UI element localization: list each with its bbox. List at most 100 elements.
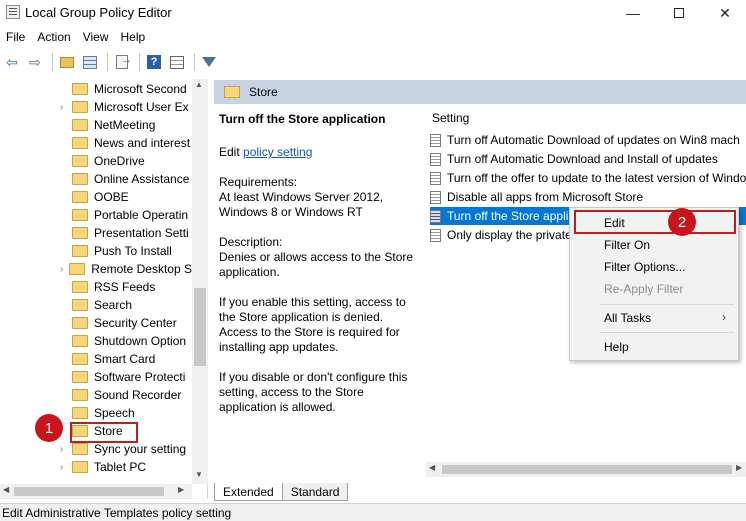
- tree-item[interactable]: News and interest: [0, 134, 192, 152]
- tree-item[interactable]: › Tablet PC: [0, 458, 192, 476]
- maximize-button[interactable]: [656, 0, 702, 26]
- tree-hscroll-thumb[interactable]: [14, 487, 164, 496]
- folder-icon: [72, 245, 88, 257]
- tree-item[interactable]: Push To Install: [0, 242, 192, 260]
- folder-icon: [72, 119, 88, 131]
- expand-chevron-icon[interactable]: ›: [60, 462, 72, 473]
- edit-prefix: Edit: [219, 145, 244, 159]
- group-policy-app-icon: [6, 5, 20, 19]
- tree-item-label: Portable Operatin: [94, 208, 189, 222]
- folder-icon: [72, 83, 88, 95]
- folder-icon: [72, 191, 88, 203]
- folder-icon: [72, 155, 88, 167]
- folder-icon: [72, 371, 88, 383]
- toolbar-separator: [107, 53, 108, 71]
- disable-text: If you disable or don't configure this s…: [219, 370, 408, 414]
- properties-icon[interactable]: [167, 52, 187, 72]
- menu-view[interactable]: View: [77, 27, 115, 47]
- tree-item[interactable]: Microsoft Second: [0, 80, 192, 98]
- callout-badge-2: 2: [668, 208, 696, 236]
- requirements-text: Requirements: At least Windows Server 20…: [219, 175, 384, 219]
- policy-setting-link[interactable]: policy setting: [243, 145, 312, 159]
- tree-item[interactable]: Sound Recorder: [0, 386, 192, 404]
- setting-row-label: Disable all apps from Microsoft Store: [447, 190, 644, 204]
- close-button[interactable]: ✕: [702, 0, 746, 26]
- policy-title: Turn off the Store application: [219, 112, 386, 126]
- tree-item-label: News and interest: [94, 136, 191, 150]
- tab-standard[interactable]: Standard: [281, 483, 349, 501]
- tree-item[interactable]: Presentation Setti: [0, 224, 192, 242]
- tree-scroll-thumb[interactable]: [194, 288, 206, 366]
- tree-item[interactable]: Software Protecti: [0, 368, 192, 386]
- scroll-right-icon[interactable]: ▶: [178, 485, 184, 494]
- description-pane: Turn off the Store application Edit poli…: [214, 104, 424, 482]
- folder-icon: [72, 137, 88, 149]
- minimize-button[interactable]: —: [610, 0, 656, 26]
- tree-item[interactable]: OneDrive: [0, 152, 192, 170]
- window-title: Local Group Policy Editor: [25, 5, 172, 20]
- tree-item-label: Sound Recorder: [94, 388, 182, 402]
- tree-item-label: Security Center: [94, 316, 177, 330]
- tree-item[interactable]: Online Assistance: [0, 170, 192, 188]
- forward-icon[interactable]: ⇨: [25, 52, 45, 72]
- tree-item[interactable]: Portable Operatin: [0, 206, 192, 224]
- maximize-icon: [674, 8, 684, 18]
- export-list-icon[interactable]: [112, 52, 132, 72]
- show-hide-tree-icon[interactable]: [80, 52, 100, 72]
- menu-item-filter-options[interactable]: Filter Options...: [604, 260, 685, 274]
- folder-icon: [72, 299, 88, 311]
- setting-row[interactable]: Turn off the offer to update to the late…: [430, 169, 746, 187]
- menu-help[interactable]: Help: [115, 27, 152, 47]
- expand-chevron-icon[interactable]: ›: [60, 444, 72, 455]
- tab-extended[interactable]: Extended: [214, 483, 283, 501]
- menu-separator: [600, 332, 734, 333]
- menu-bar: File Action View Help: [0, 27, 151, 47]
- setting-row[interactable]: Turn off Automatic Download of updates o…: [430, 131, 746, 149]
- menu-separator: [600, 304, 734, 305]
- tree-item-label: Presentation Setti: [94, 226, 189, 240]
- scroll-left-icon[interactable]: ◀: [429, 463, 435, 472]
- toolbar-separator: [52, 53, 53, 71]
- details-header: Store: [214, 80, 746, 104]
- tree-item[interactable]: RSS Feeds: [0, 278, 192, 296]
- folder-icon: [72, 173, 88, 185]
- folder-icon: [72, 209, 88, 221]
- menu-item-reapply-filter[interactable]: Re-Apply Filter: [604, 282, 683, 296]
- scroll-right-icon[interactable]: ▶: [736, 463, 742, 472]
- expand-chevron-icon[interactable]: ›: [60, 264, 69, 275]
- menu-action[interactable]: Action: [31, 27, 76, 47]
- scroll-down-icon[interactable]: ▼: [195, 470, 203, 479]
- list-hscroll-thumb[interactable]: [442, 465, 732, 474]
- tree-item[interactable]: Smart Card: [0, 350, 192, 368]
- tree-item-label: OOBE: [94, 190, 129, 204]
- tree-item[interactable]: Search: [0, 296, 192, 314]
- setting-column-header[interactable]: Setting: [432, 111, 469, 125]
- up-folder-icon[interactable]: [57, 52, 77, 72]
- filter-icon[interactable]: [199, 52, 219, 72]
- setting-row-label: Turn off the offer to update to the late…: [447, 171, 746, 185]
- tree-item[interactable]: › Remote Desktop S: [0, 260, 192, 278]
- folder-icon: [72, 101, 88, 113]
- help-icon[interactable]: ?: [144, 52, 164, 72]
- tree-item[interactable]: NetMeeting: [0, 116, 192, 134]
- setting-row[interactable]: Disable all apps from Microsoft Store: [430, 188, 746, 206]
- setting-row[interactable]: Turn off Automatic Download and Install …: [430, 150, 746, 168]
- scroll-up-icon[interactable]: ▲: [195, 80, 203, 89]
- menu-item-all-tasks[interactable]: All Tasks: [604, 311, 651, 325]
- tree-item[interactable]: Security Center: [0, 314, 192, 332]
- tree-item[interactable]: OOBE: [0, 188, 192, 206]
- tree-item[interactable]: Speech: [0, 404, 192, 422]
- edit-line: Edit policy setting: [219, 145, 312, 159]
- expand-chevron-icon[interactable]: ›: [60, 102, 72, 113]
- tree-item-label: Shutdown Option: [94, 334, 187, 348]
- menu-item-help[interactable]: Help: [604, 340, 629, 354]
- tree-item[interactable]: Shutdown Option: [0, 332, 192, 350]
- tree-item[interactable]: › Microsoft User Ex: [0, 98, 192, 116]
- back-icon[interactable]: ⇦: [2, 52, 22, 72]
- tree-item-label: RSS Feeds: [94, 280, 156, 294]
- tree-vertical-scrollbar[interactable]: [192, 79, 208, 484]
- menu-file[interactable]: File: [0, 27, 31, 47]
- menu-item-filter-on[interactable]: Filter On: [604, 238, 650, 252]
- enable-text: If you enable this setting, access to th…: [219, 295, 406, 354]
- scroll-left-icon[interactable]: ◀: [3, 485, 9, 494]
